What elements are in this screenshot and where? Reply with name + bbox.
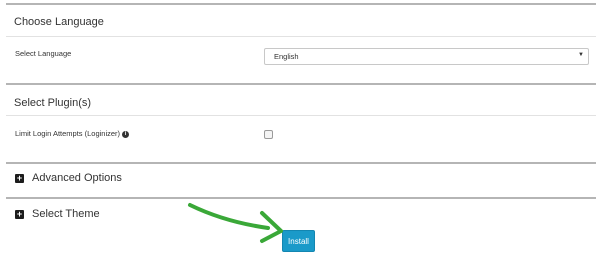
choose-language-title: Choose Language xyxy=(14,16,104,28)
choose-language-divider xyxy=(6,36,596,37)
info-circle-icon[interactable]: i xyxy=(122,130,130,138)
select-theme-panel[interactable]: + Select Theme xyxy=(6,197,596,229)
choose-language-panel: Choose Language Select Language English … xyxy=(6,3,596,83)
plus-square-icon[interactable]: + xyxy=(15,210,24,219)
language-select[interactable]: English ▼ xyxy=(264,48,589,65)
caret-down-icon: ▼ xyxy=(578,52,584,58)
language-select-value: English xyxy=(274,52,299,61)
select-language-label: Select Language xyxy=(15,49,72,58)
select-plugins-title: Select Plugin(s) xyxy=(14,97,92,109)
select-plugins-divider xyxy=(6,115,596,116)
advanced-options-panel[interactable]: + Advanced Options xyxy=(6,162,596,198)
plus-square-icon[interactable]: + xyxy=(15,174,24,183)
select-theme-title[interactable]: Select Theme xyxy=(32,208,100,220)
select-plugins-panel: Select Plugin(s) Limit Login Attempts (L… xyxy=(6,83,596,163)
install-button[interactable]: Install xyxy=(282,230,315,252)
plugin-checkbox[interactable] xyxy=(264,130,273,139)
plugin-label-text: Limit Login Attempts (Loginizer) xyxy=(15,129,121,138)
plugin-label: Limit Login Attempts (Loginizer) i xyxy=(15,129,130,138)
advanced-options-title[interactable]: Advanced Options xyxy=(32,172,122,184)
